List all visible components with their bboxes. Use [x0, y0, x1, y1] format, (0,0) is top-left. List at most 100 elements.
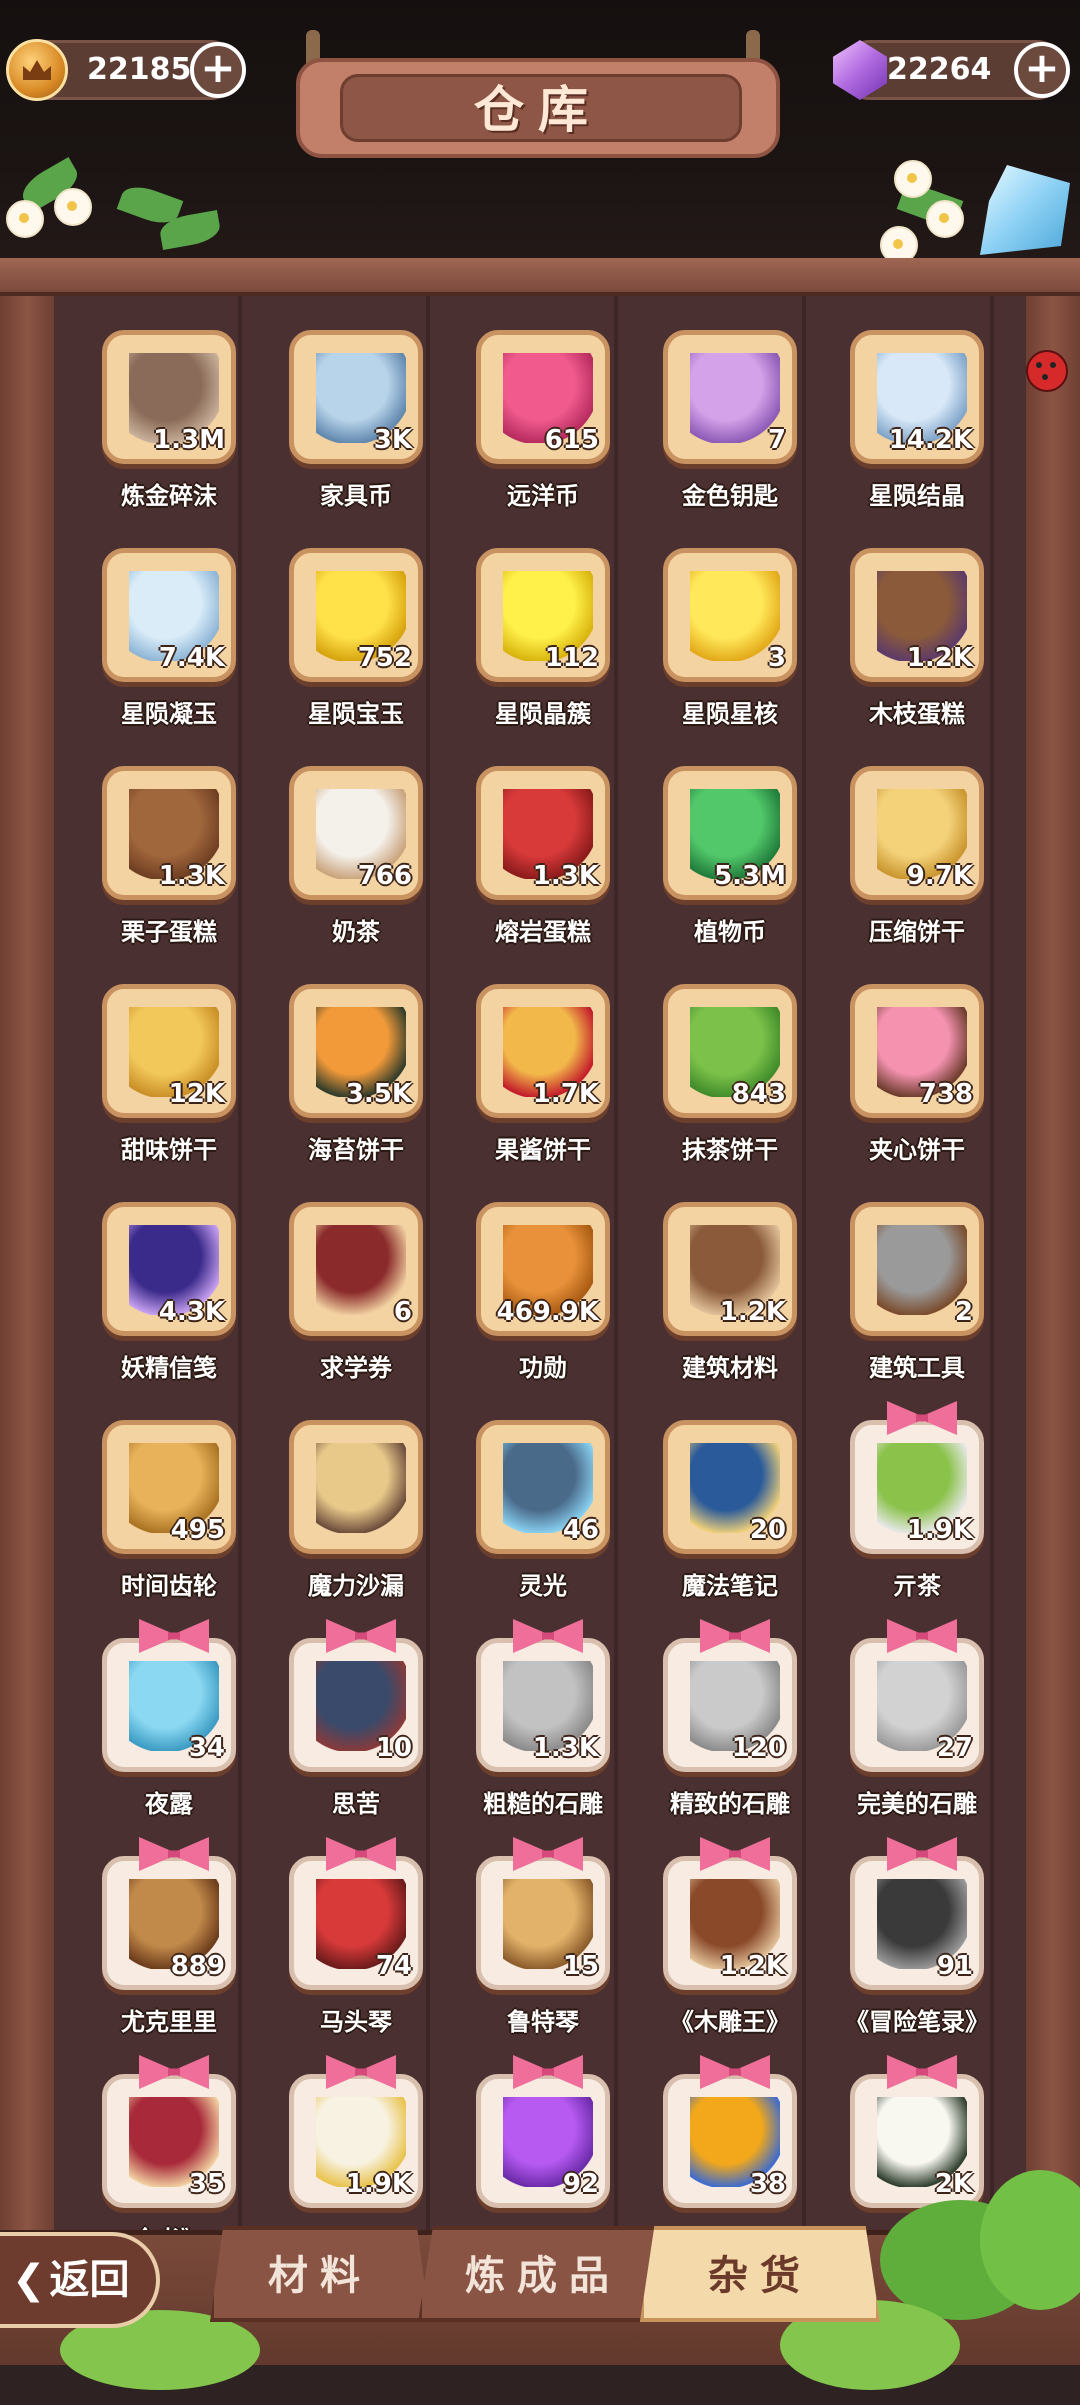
item-count: 3 [767, 643, 786, 673]
item-slot: 7.4K [102, 548, 236, 682]
inventory-item[interactable]: 1.3K 栗子蛋糕 [102, 766, 236, 956]
inventory-item[interactable]: 20 魔法笔记 [663, 1420, 797, 1610]
inventory-item[interactable]: 1.3K 熔岩蛋糕 [476, 766, 610, 956]
item-name: 亓茶 [893, 1572, 941, 1600]
inventory-item[interactable]: 27 完美的石雕 [850, 1619, 984, 1828]
item-name: 夹心饼干 [869, 1136, 965, 1164]
inventory-item[interactable]: 3.5K 海苔饼干 [289, 984, 423, 1174]
item-count: 15 [562, 1951, 599, 1981]
inventory-item[interactable]: 34 夜露 [102, 1619, 236, 1828]
inventory-item[interactable]: 2 建筑工具 [850, 1202, 984, 1392]
item-count: 35 [188, 2169, 225, 2199]
page-title: 仓库 [474, 81, 602, 139]
item-count: 7 [767, 425, 786, 455]
item-slot: 112 [476, 548, 610, 682]
item-slot: 2 [850, 1202, 984, 1336]
add-gems-button[interactable]: + [1014, 42, 1070, 98]
item-name: 甜味饼干 [121, 1136, 217, 1164]
item-name: 夜露 [145, 1790, 193, 1818]
inventory-item[interactable]: 7 金色钥匙 [663, 330, 797, 520]
item-slot: 46 [476, 1420, 610, 1554]
inventory-item[interactable]: 615 远洋币 [476, 330, 610, 520]
item-count: 2K [934, 2169, 973, 2199]
inventory-item[interactable]: 5.3M 植物币 [663, 766, 797, 956]
item-slot: 3 [663, 548, 797, 682]
item-count: 3K [373, 425, 412, 455]
item-count: 469.9K [496, 1297, 599, 1327]
tab-crafted[interactable]: 炼成品 [418, 2226, 668, 2322]
inventory-item[interactable]: 46 灵光 [476, 1420, 610, 1610]
inventory-item[interactable]: 112 星陨晶簇 [476, 548, 610, 738]
item-slot: 1.2K [850, 548, 984, 682]
inventory-item[interactable]: 9.7K 压缩饼干 [850, 766, 984, 956]
item-name: 栗子蛋糕 [121, 918, 217, 946]
item-slot: 752 [289, 548, 423, 682]
item-slot: 843 [663, 984, 797, 1118]
item-name: 妖精信笺 [121, 1354, 217, 1382]
item-slot: 14.2K [850, 330, 984, 464]
inventory-item[interactable]: 74 马头琴 [289, 1837, 423, 2046]
inventory-item[interactable]: 91 《冒险笔录》 [845, 1837, 989, 2046]
inventory-item[interactable]: 12K 甜味饼干 [102, 984, 236, 1174]
inventory-item[interactable]: 469.9K 功勋 [476, 1202, 610, 1392]
inventory-item[interactable]: 1.2K 《木雕王》 [663, 1837, 797, 2046]
inventory-item[interactable]: 3K 家具币 [289, 330, 423, 520]
item-name: 粗糙的石雕 [483, 1790, 603, 1818]
item-slot: 15 [476, 1837, 610, 1990]
inventory-item[interactable]: 7.4K 星陨凝玉 [102, 548, 236, 738]
tab-goods[interactable]: 杂货 [640, 2226, 880, 2322]
item-slot: 38 [663, 2055, 797, 2208]
left-post [0, 292, 54, 2252]
inventory-item[interactable]: 752 星陨宝玉 [289, 548, 423, 738]
item-count: 738 [918, 1079, 973, 1109]
item-name: 家具币 [320, 482, 392, 510]
item-name: 星陨星核 [682, 700, 778, 728]
item-name: 海苔饼干 [308, 1136, 404, 1164]
building-tool-icon [877, 1225, 967, 1315]
item-slot: 74 [289, 1837, 423, 1990]
item-name: 植物币 [694, 918, 766, 946]
item-count: 9.7K [906, 861, 973, 891]
item-name: 完美的石雕 [857, 1790, 977, 1818]
inventory-item[interactable]: 843 抹茶饼干 [663, 984, 797, 1174]
inventory-item[interactable]: 766 奶茶 [289, 766, 423, 956]
inventory-item[interactable]: 15 鲁特琴 [476, 1837, 610, 2046]
item-slot: 2K [850, 2055, 984, 2208]
inventory-item[interactable]: 495 时间齿轮 [102, 1420, 236, 1610]
item-count: 120 [731, 1733, 786, 1763]
item-name: 抹茶饼干 [682, 1136, 778, 1164]
item-slot: 1.3M [102, 330, 236, 464]
item-name: 炼金碎沫 [121, 482, 217, 510]
item-count: 495 [170, 1515, 225, 1545]
inventory-item[interactable]: 魔力沙漏 [289, 1420, 423, 1610]
back-button[interactable]: ❮ 返回 [0, 2232, 160, 2328]
inventory-item[interactable]: 6 求学券 [289, 1202, 423, 1392]
item-slot: 5.3M [663, 766, 797, 900]
inventory-item[interactable]: 3 星陨星核 [663, 548, 797, 738]
tab-materials[interactable]: 材料 [210, 2226, 430, 2322]
item-count: 7.4K [158, 643, 225, 673]
inventory-item[interactable]: 14.2K 星陨结晶 [850, 330, 984, 520]
item-name: 金色钥匙 [682, 482, 778, 510]
item-name: 尤克里里 [121, 2008, 217, 2036]
item-slot: 3K [289, 330, 423, 464]
inventory-item[interactable]: 4.3K 妖精信笺 [102, 1202, 236, 1392]
item-name: 求学券 [320, 1354, 392, 1382]
back-button-label: 返回 [49, 2257, 130, 2303]
inventory-item[interactable]: 120 精致的石雕 [663, 1619, 797, 1828]
tab-goods-label: 杂货 [708, 2253, 812, 2299]
inventory-item[interactable]: 1.2K 建筑材料 [663, 1202, 797, 1392]
inventory-item[interactable]: 1.7K 果酱饼干 [476, 984, 610, 1174]
inventory-item[interactable]: 1.9K 亓茶 [850, 1401, 984, 1610]
inventory-item[interactable]: 1.3M 炼金碎沫 [102, 330, 236, 520]
add-coins-button[interactable]: + [190, 42, 246, 98]
inventory-item[interactable]: 889 尤克里里 [102, 1837, 236, 2046]
item-count: 34 [188, 1733, 225, 1763]
inventory-item[interactable]: 10 思苦 [289, 1619, 423, 1828]
item-name: 马头琴 [320, 2008, 392, 2036]
item-count: 1.2K [719, 1297, 786, 1327]
inventory-item[interactable]: 738 夹心饼干 [850, 984, 984, 1174]
item-count: 843 [731, 1079, 786, 1109]
inventory-item[interactable]: 1.3K 粗糙的石雕 [476, 1619, 610, 1828]
inventory-item[interactable]: 1.2K 木枝蛋糕 [850, 548, 984, 738]
